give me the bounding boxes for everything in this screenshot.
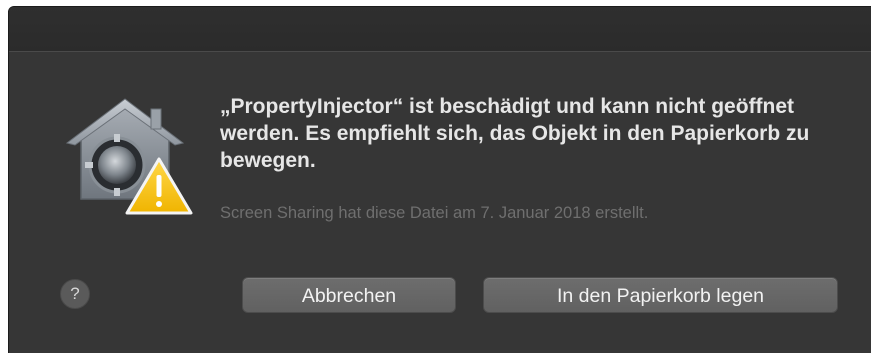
gatekeeper-house-icon xyxy=(65,95,193,215)
alert-dialog: „PropertyInjector“ ist beschädigt und ka… xyxy=(8,6,871,353)
cancel-button[interactable]: Abbrechen xyxy=(242,277,456,313)
dialog-titlebar xyxy=(9,7,871,52)
alert-informative-text: Screen Sharing hat diese Datei am 7. Jan… xyxy=(220,204,649,222)
help-icon[interactable]: ? xyxy=(60,279,90,309)
alert-message: „PropertyInjector“ ist beschädigt und ka… xyxy=(220,95,810,172)
titlebar-divider xyxy=(9,51,871,52)
move-to-trash-button[interactable]: In den Papierkorb legen xyxy=(483,277,838,313)
screen: „PropertyInjector“ ist beschädigt und ka… xyxy=(0,0,871,353)
